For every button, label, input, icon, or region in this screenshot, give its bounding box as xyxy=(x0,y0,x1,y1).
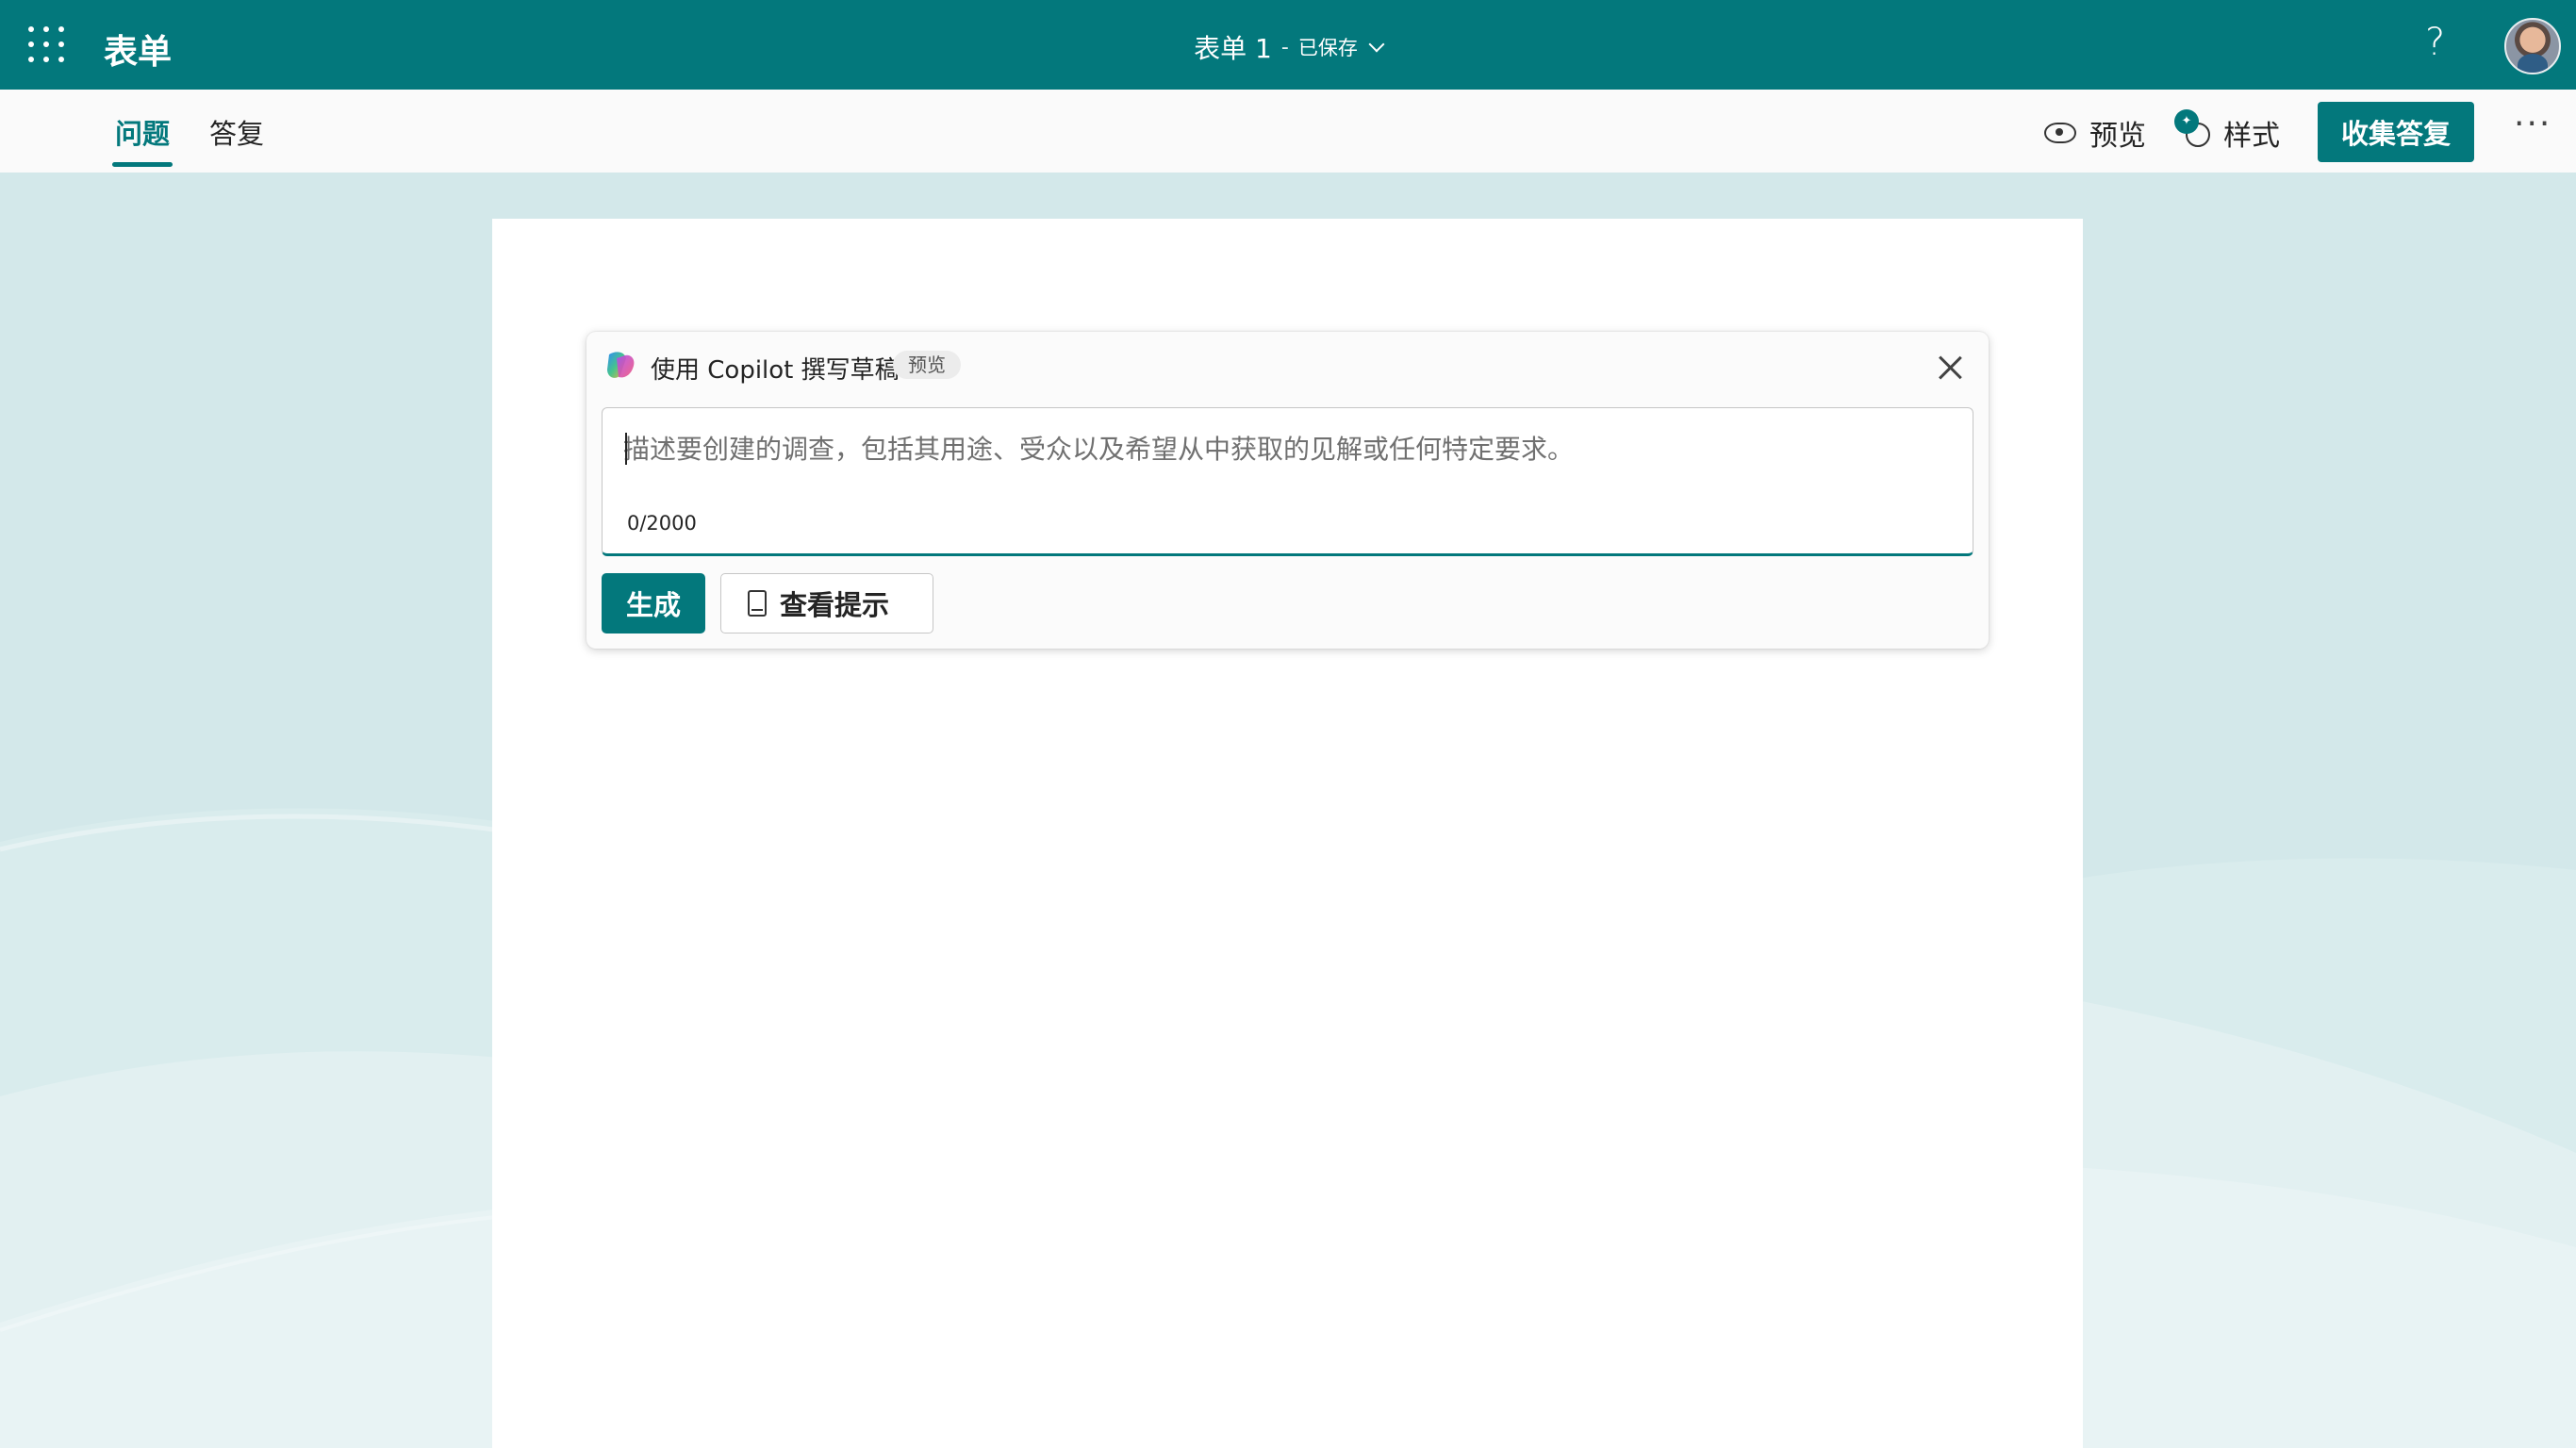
document-title-area: 表单 1 - 已保存 xyxy=(0,28,2576,66)
document-title: 表单 1 xyxy=(1194,33,1272,64)
sparkle-badge-icon: ✦ xyxy=(2174,109,2199,134)
generate-button[interactable]: 生成 xyxy=(602,573,705,634)
title-separator: - xyxy=(1280,35,1289,59)
copilot-prompt-box[interactable]: 0/2000 xyxy=(602,407,1973,556)
tab-questions[interactable]: 问题 xyxy=(111,112,173,167)
document-title-button[interactable]: 表单 1 - 已保存 xyxy=(1194,28,1385,66)
style-button[interactable]: ✦ 样式 xyxy=(2174,109,2280,154)
preview-button[interactable]: 预览 xyxy=(2044,112,2146,154)
copilot-logo-icon xyxy=(607,352,635,378)
copilot-title: 使用 Copilot 撰写草稿 xyxy=(651,356,900,385)
chevron-down-icon xyxy=(1368,36,1385,53)
text-caret xyxy=(625,433,627,465)
preview-label: 预览 xyxy=(2089,120,2146,153)
style-label: 样式 xyxy=(2223,120,2280,153)
help-icon[interactable]: ? xyxy=(2425,21,2445,64)
tab-responses[interactable]: 答复 xyxy=(209,112,264,152)
close-icon[interactable] xyxy=(1935,353,1965,383)
view-tips-button[interactable]: 查看提示 xyxy=(720,573,933,634)
view-tips-label: 查看提示 xyxy=(780,589,890,621)
eye-icon xyxy=(2044,123,2076,143)
preview-badge: 预览 xyxy=(893,351,961,379)
collect-responses-button[interactable]: 收集答复 xyxy=(2318,102,2474,162)
save-status: 已保存 xyxy=(1297,37,1358,59)
character-count: 0/2000 xyxy=(627,512,697,535)
copilot-prompt-input[interactable] xyxy=(621,427,1945,487)
book-icon xyxy=(748,590,767,617)
palette-icon: ✦ xyxy=(2174,109,2210,147)
app-header: 表单 表单 1 - 已保存 ? xyxy=(0,0,2576,90)
command-bar: 问题 答复 预览 ✦ 样式 收集答复 ··· xyxy=(0,90,2576,173)
copilot-draft-panel: 使用 Copilot 撰写草稿 预览 0/2000 生成 查看提示 xyxy=(586,332,1989,649)
avatar[interactable] xyxy=(2504,18,2561,74)
more-options-icon[interactable]: ··· xyxy=(2514,105,2551,143)
